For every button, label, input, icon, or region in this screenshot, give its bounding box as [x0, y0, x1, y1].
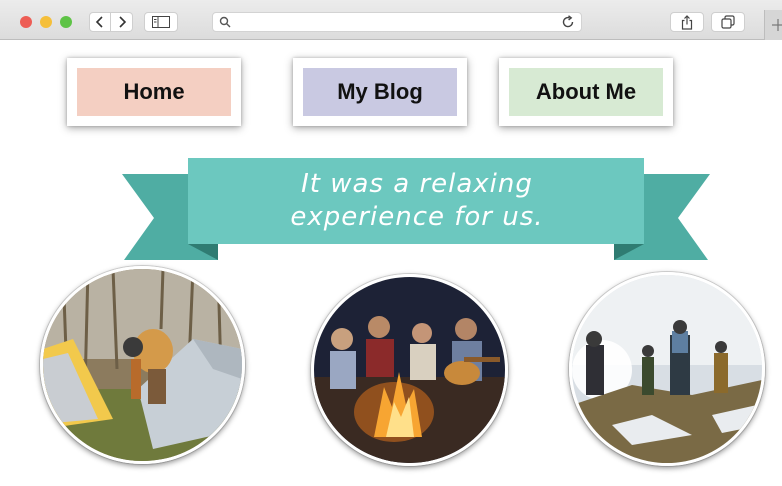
zoom-window-button[interactable] [60, 16, 72, 28]
chevron-left-icon [95, 16, 103, 28]
close-window-button[interactable] [20, 16, 32, 28]
photo-hikers [569, 272, 765, 466]
tabs-overview-button[interactable] [711, 12, 745, 32]
address-bar[interactable] [212, 12, 582, 32]
new-tab-button[interactable] [764, 10, 782, 40]
share-button[interactable] [670, 12, 704, 32]
tent-photo-image [43, 269, 242, 461]
nav-about-button[interactable]: About Me [499, 58, 673, 126]
tabs-icon [721, 15, 735, 29]
reload-icon[interactable] [561, 15, 575, 29]
nav-home-label: Home [77, 68, 231, 116]
nav-about-label: About Me [509, 68, 663, 116]
chevron-right-icon [118, 16, 126, 28]
share-icon [681, 14, 693, 30]
sidebar-button[interactable] [144, 12, 178, 32]
banner-headline: It was a relaxing experience for us. [188, 158, 646, 244]
photo-tent [40, 266, 245, 464]
minimize-window-button[interactable] [40, 16, 52, 28]
forward-button[interactable] [111, 12, 133, 32]
plus-icon [771, 19, 782, 31]
sidebar-icon [152, 16, 170, 28]
back-button[interactable] [89, 12, 111, 32]
banner-line-1: It was a relaxing [301, 169, 533, 199]
nav-blog-label: My Blog [303, 68, 457, 116]
nav-blog-button[interactable]: My Blog [293, 58, 467, 126]
banner-line-2: experience for us. [290, 202, 544, 232]
photo-campfire [311, 274, 508, 466]
browser-toolbar [0, 0, 782, 40]
campfire-photo-image [314, 277, 505, 463]
search-icon [219, 16, 231, 28]
nav-home-button[interactable]: Home [67, 58, 241, 126]
hikers-photo-image [572, 275, 762, 463]
